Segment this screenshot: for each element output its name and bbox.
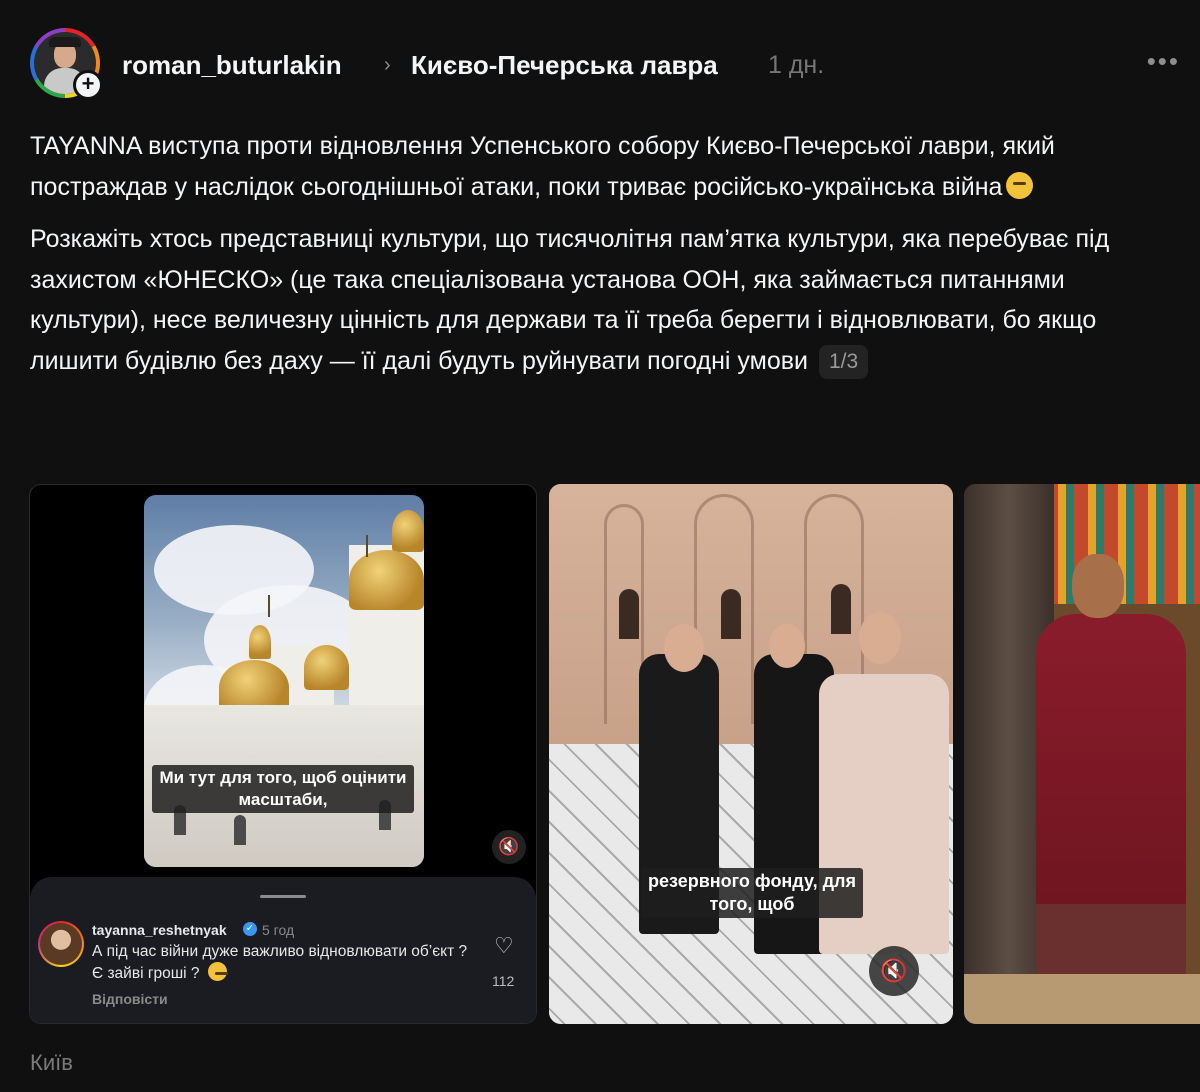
sheet-handle xyxy=(260,895,306,898)
reply-link: Відповісти xyxy=(92,991,168,1007)
face-emoji-icon xyxy=(207,962,228,981)
floor xyxy=(964,974,1200,1024)
post-location-footer[interactable]: Київ xyxy=(30,1050,73,1076)
comment-text: А під час війни дуже важливо відновлюват… xyxy=(92,943,468,982)
more-options-icon[interactable]: ••• xyxy=(1147,46,1180,77)
post-caption: TAYANNA виступа проти відновлення Успенс… xyxy=(30,126,1180,381)
commenter-avatar xyxy=(38,921,84,967)
follow-plus-icon[interactable]: + xyxy=(73,70,103,100)
author-avatar[interactable]: + xyxy=(30,28,103,100)
speaker-muted-icon[interactable]: 🔇 xyxy=(492,830,526,864)
media-counter: 1/3 xyxy=(818,344,869,379)
location-link[interactable]: Києво-Печерська лавра xyxy=(411,50,718,81)
video-subtitle: Ми тут для того, щоб оцінити масштаби, xyxy=(152,765,414,813)
comment-like-count: 112 xyxy=(492,973,515,989)
video-subtitle: резервного фонду, для того, щоб xyxy=(641,868,863,918)
chevron-right-icon: › xyxy=(384,54,391,76)
media-slide-2[interactable]: резервного фонду, для того, щоб 🔇 xyxy=(549,484,953,1024)
media-slide-1[interactable]: Ми тут для того, щоб оцінити масштаби, 🔇… xyxy=(29,484,537,1024)
author-username[interactable]: roman_buturlakin xyxy=(122,50,342,81)
monk-skirt xyxy=(1036,904,1186,974)
monk-head xyxy=(1072,554,1124,618)
media-slide-3[interactable] xyxy=(964,484,1200,1024)
speaker-muted-icon[interactable]: 🔇 xyxy=(869,946,919,996)
caption-paragraph-1: TAYANNA виступа проти відновлення Успенс… xyxy=(30,132,1055,201)
caption-paragraph-2: Розкажіть хтось представниці культури, щ… xyxy=(30,225,1110,375)
verified-icon: ✓ xyxy=(243,922,257,936)
heart-outline-icon: ♡ xyxy=(494,933,514,958)
post-header: + roman_buturlakin › Києво-Печерська лав… xyxy=(30,28,1180,100)
commenter-username: tayanna_reshetnyak xyxy=(92,922,227,938)
post-time: 1 дн. xyxy=(768,51,825,79)
embedded-comment: tayanna_reshetnyak ✓ 5 год А під час вій… xyxy=(30,877,536,1023)
face-emoji-icon xyxy=(1006,171,1034,199)
comment-time: 5 год xyxy=(262,922,295,938)
